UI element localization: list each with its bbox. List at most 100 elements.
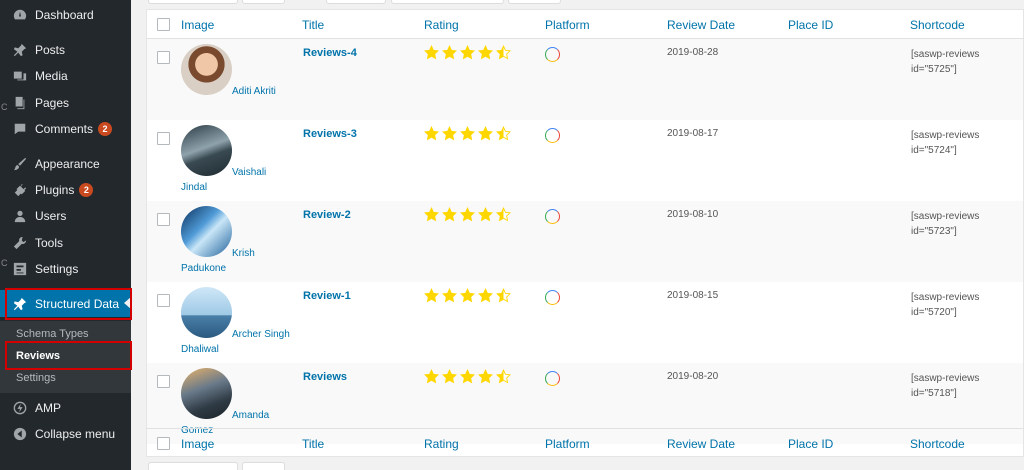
sidebar-item-comments[interactable]: Comments 2 — [0, 116, 131, 142]
select-all-checkbox[interactable] — [157, 18, 170, 31]
review-date: 2019-08-28 — [667, 47, 719, 58]
star-icon — [442, 45, 457, 60]
sidebar-item-tools[interactable]: Tools — [0, 230, 131, 256]
star-icon — [460, 207, 475, 222]
shortcode-text: [saswp-reviews id="5723"] — [911, 209, 1011, 239]
star-icon — [478, 369, 493, 384]
bulk-actions-select[interactable] — [148, 0, 238, 4]
shortcode-line: id="5725"] — [911, 64, 957, 75]
apply-button[interactable] — [242, 462, 285, 470]
sidebar-item-label: Media — [35, 69, 68, 83]
star-icon — [478, 45, 493, 60]
filter-select[interactable] — [391, 0, 504, 4]
apply-button[interactable] — [242, 0, 285, 4]
select-all-checkbox[interactable] — [157, 437, 170, 450]
reviewer-name[interactable]: Krish Padukone — [181, 246, 291, 276]
sidebar-item-pages[interactable]: Pages — [0, 90, 131, 116]
rating-stars — [424, 126, 514, 141]
column-header-platform[interactable]: Platform — [545, 18, 590, 32]
row-checkbox[interactable] — [157, 375, 170, 388]
reviewer-name[interactable]: Vaishali Jindal — [181, 165, 291, 195]
column-header-place-id[interactable]: Place ID — [788, 437, 833, 451]
star-icon — [460, 288, 475, 303]
sidebar-item-appearance[interactable]: Appearance — [0, 151, 131, 177]
table-footer: Image Title Rating Platform Review Date … — [147, 428, 1024, 457]
google-platform-icon — [545, 209, 560, 224]
review-title-link[interactable]: Review-2 — [303, 209, 351, 221]
collapse-menu-button[interactable]: Collapse menu — [0, 421, 131, 447]
star-icon — [442, 369, 457, 384]
shortcode-line: id="5718"] — [911, 388, 957, 399]
star-icon — [478, 126, 493, 141]
users-icon — [12, 208, 28, 224]
column-header-place-id[interactable]: Place ID — [788, 18, 833, 32]
review-date: 2019-08-17 — [667, 128, 719, 139]
reviewer-name[interactable]: Archer Singh Dhaliwal — [181, 327, 291, 357]
admin-sidebar: C C Dashboard Posts Media Pages Comments… — [0, 0, 132, 470]
filter-select[interactable] — [326, 0, 386, 4]
star-icon — [442, 288, 457, 303]
table-row: Vaishali Jindal Reviews-3 2019-08-17 [saswp… — [147, 120, 1023, 201]
highlight-box — [5, 288, 132, 320]
sidebar-item-label: Dashboard — [35, 8, 94, 22]
shortcode-line: [saswp-reviews — [911, 373, 980, 384]
column-header-review-date[interactable]: Review Date — [667, 437, 735, 451]
sidebar-item-label: AMP — [35, 401, 62, 415]
star-icon — [478, 288, 493, 303]
review-title-link[interactable]: Reviews-3 — [303, 128, 357, 140]
star-icon — [424, 207, 439, 222]
google-platform-icon — [545, 47, 560, 62]
row-checkbox[interactable] — [157, 132, 170, 145]
star-half-icon — [496, 126, 511, 141]
review-title-link[interactable]: Review-1 — [303, 290, 351, 302]
column-header-title[interactable]: Title — [302, 437, 324, 451]
filter-button[interactable] — [508, 0, 561, 4]
shortcode-text: [saswp-reviews id="5725"] — [911, 47, 1011, 77]
row-checkbox[interactable] — [157, 294, 170, 307]
sidebar-item-plugins[interactable]: Plugins 2 — [0, 177, 131, 203]
shortcode-line: [saswp-reviews — [911, 49, 980, 60]
row-checkbox[interactable] — [157, 213, 170, 226]
sidebar-item-settings[interactable]: Settings — [0, 256, 131, 282]
sidebar-item-users[interactable]: Users — [0, 203, 131, 229]
review-title-link[interactable]: Reviews-4 — [303, 47, 357, 59]
submenu-item-settings[interactable]: Settings — [16, 372, 56, 384]
column-header-rating[interactable]: Rating — [424, 437, 459, 451]
sidebar-item-media[interactable]: Media — [0, 63, 131, 89]
review-date: 2019-08-20 — [667, 371, 719, 382]
star-icon — [424, 126, 439, 141]
column-header-platform[interactable]: Platform — [545, 437, 590, 451]
shortcode-text: [saswp-reviews id="5720"] — [911, 290, 1011, 320]
row-checkbox[interactable] — [157, 51, 170, 64]
dashboard-icon — [12, 7, 28, 23]
submenu-item-schema-types[interactable]: Schema Types — [16, 328, 89, 340]
sidebar-item-label: Users — [35, 209, 67, 223]
rating-stars — [424, 369, 514, 384]
settings-icon — [12, 261, 28, 277]
shortcode-line: id="5723"] — [911, 226, 957, 237]
rating-stars — [424, 45, 514, 60]
star-icon — [424, 45, 439, 60]
star-icon — [460, 45, 475, 60]
star-half-icon — [496, 207, 511, 222]
sidebar-item-dashboard[interactable]: Dashboard — [0, 2, 131, 28]
shortcode-line: [saswp-reviews — [911, 292, 980, 303]
star-icon — [460, 126, 475, 141]
sidebar-item-posts[interactable]: Posts — [0, 37, 131, 63]
google-platform-icon — [545, 290, 560, 305]
bulk-actions-select[interactable] — [148, 462, 238, 470]
star-half-icon — [496, 288, 511, 303]
star-half-icon — [496, 45, 511, 60]
column-header-rating[interactable]: Rating — [424, 18, 459, 32]
review-title-link[interactable]: Reviews — [303, 371, 347, 383]
column-header-shortcode[interactable]: Shortcode — [910, 18, 965, 32]
reviewer-name[interactable]: Aditi Akriti — [181, 84, 291, 99]
sidebar-item-label: Appearance — [35, 157, 100, 171]
column-header-title[interactable]: Title — [302, 18, 324, 32]
column-header-review-date[interactable]: Review Date — [667, 18, 735, 32]
sidebar-item-label: Settings — [35, 262, 79, 276]
column-header-shortcode[interactable]: Shortcode — [910, 437, 965, 451]
google-platform-icon — [545, 128, 560, 143]
sidebar-item-amp[interactable]: AMP — [0, 395, 131, 421]
star-icon — [460, 369, 475, 384]
